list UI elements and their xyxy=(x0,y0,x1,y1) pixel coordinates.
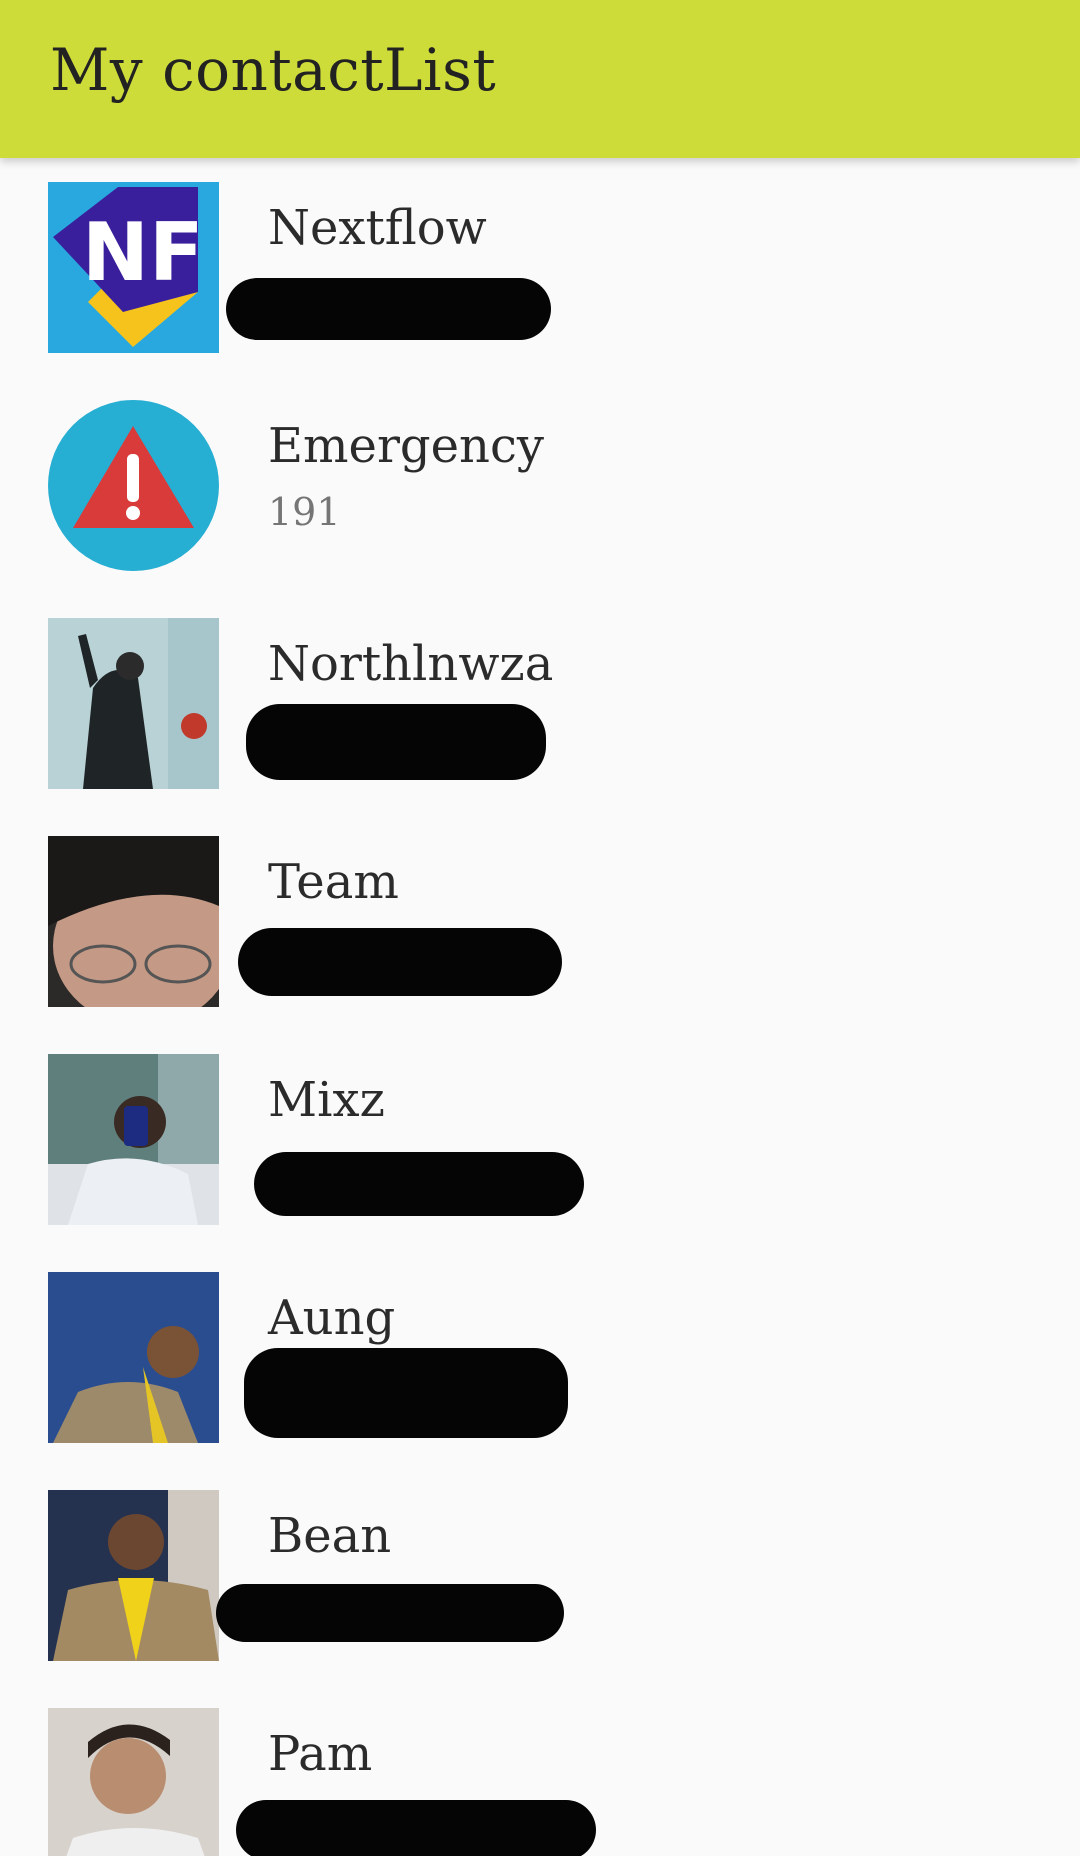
contact-phone: 191 xyxy=(268,490,341,534)
contact-name: Mixz xyxy=(268,1072,385,1128)
warning-icon xyxy=(48,400,219,571)
nf-logo-avatar: NF xyxy=(48,182,219,353)
redacted-phone xyxy=(254,1152,584,1216)
contact-item-nextflow[interactable]: NF Nextflow xyxy=(0,158,1080,376)
contact-name: Emergency xyxy=(268,418,544,474)
contact-photo-avatar xyxy=(48,1490,219,1661)
redacted-phone xyxy=(246,704,546,780)
contact-list[interactable]: NF Nextflow Emergency 191 Northlnwza Tea… xyxy=(0,158,1080,1856)
contact-item-mixz[interactable]: Mixz xyxy=(0,1030,1080,1248)
contact-name: Bean xyxy=(268,1508,392,1564)
redacted-phone xyxy=(244,1348,568,1438)
contact-photo-avatar xyxy=(48,1054,219,1225)
contact-item-northlnwza[interactable]: Northlnwza xyxy=(0,594,1080,812)
contact-item-pam[interactable]: Pam xyxy=(0,1684,1080,1856)
redacted-phone xyxy=(238,928,562,996)
contact-photo-avatar xyxy=(48,836,219,1007)
contact-name: Nextflow xyxy=(268,200,487,256)
contact-item-emergency[interactable]: Emergency 191 xyxy=(0,376,1080,594)
contact-photo-avatar xyxy=(48,1272,219,1443)
contact-name: Northlnwza xyxy=(268,636,554,692)
contact-photo-avatar xyxy=(48,1708,219,1856)
app-title: My contactList xyxy=(50,36,497,104)
redacted-phone xyxy=(216,1584,564,1642)
contact-name: Aung xyxy=(268,1290,396,1346)
contact-item-aung[interactable]: Aung xyxy=(0,1248,1080,1466)
app-bar: My contactList xyxy=(0,0,1080,158)
contact-name: Team xyxy=(268,854,399,910)
redacted-phone xyxy=(226,278,551,340)
svg-text:NF: NF xyxy=(82,206,204,299)
contact-item-bean[interactable]: Bean xyxy=(0,1466,1080,1684)
contact-photo-avatar xyxy=(48,618,219,789)
contact-item-team[interactable]: Team xyxy=(0,812,1080,1030)
contact-name: Pam xyxy=(268,1726,373,1782)
redacted-phone xyxy=(236,1800,596,1856)
